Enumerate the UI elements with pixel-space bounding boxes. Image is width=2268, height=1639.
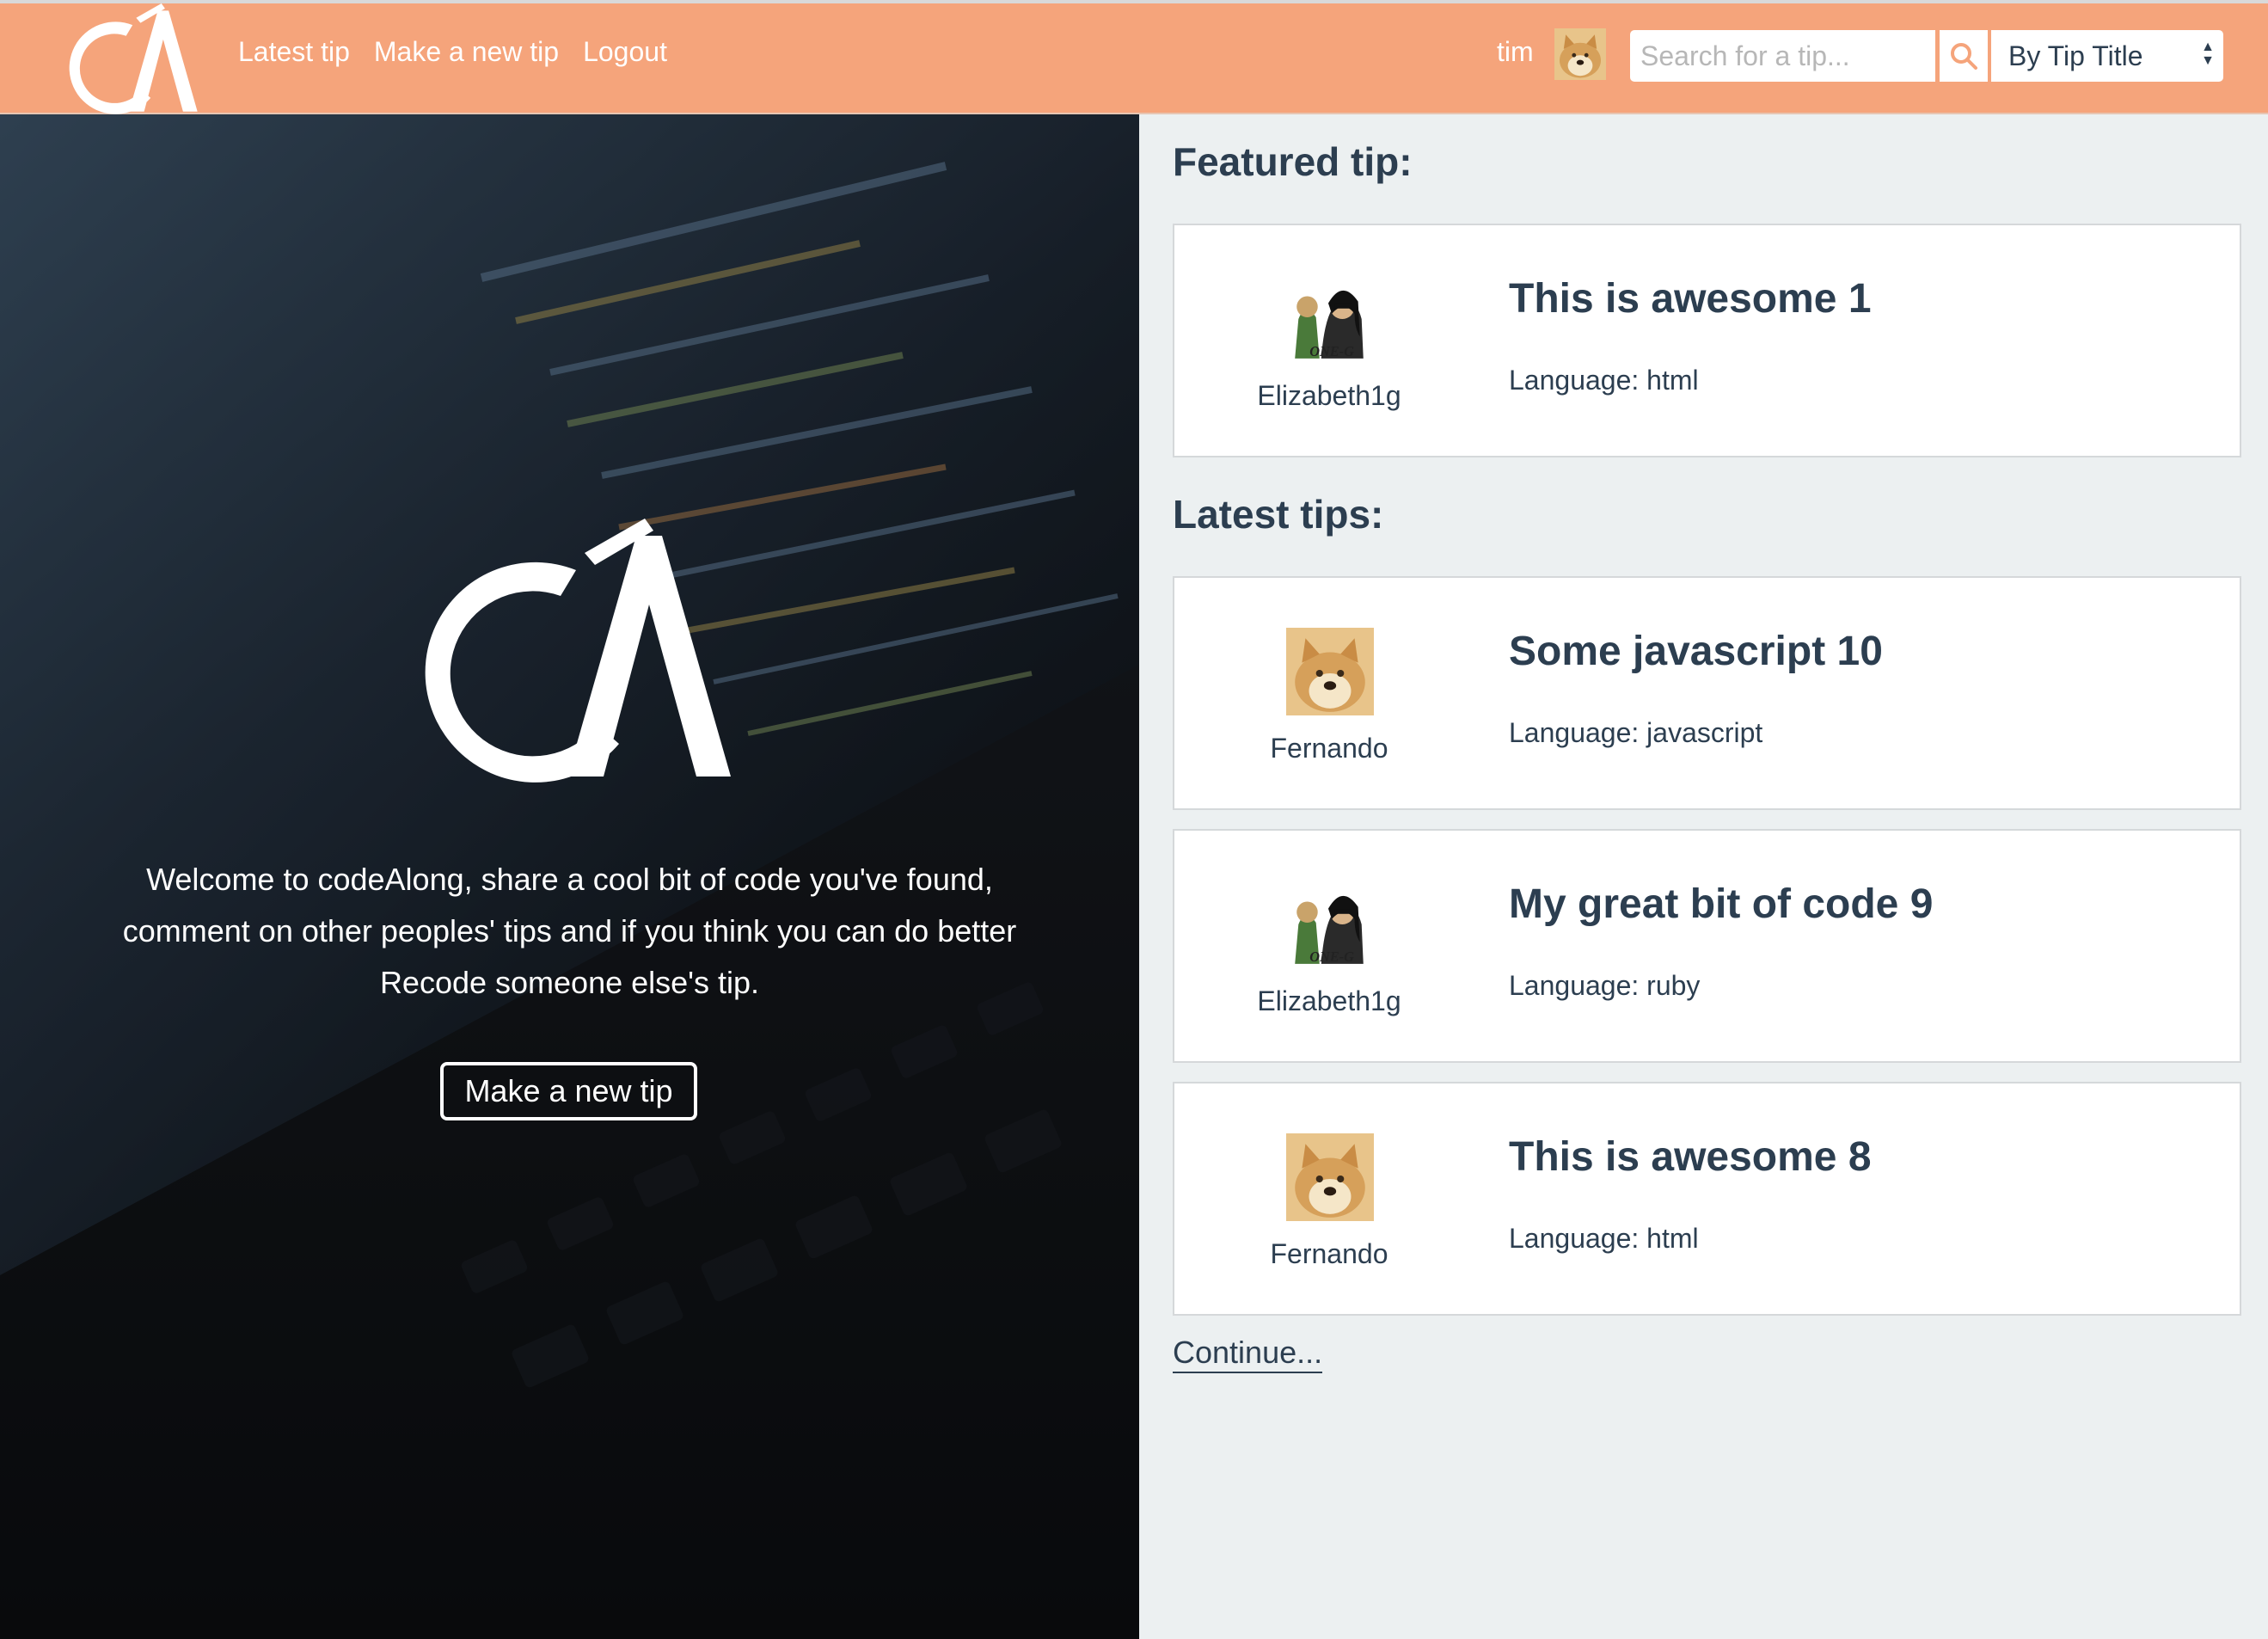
continue-link[interactable]: Continue... [1173,1334,1323,1373]
select-arrows-icon: ▲ ▼ [2201,40,2215,68]
tip-language: Language: javascript [1509,717,1763,748]
search-type-value: By Tip Title [2008,40,2143,71]
nav-link-logout[interactable]: Logout [583,36,667,68]
latest-tips-heading: Latest tips: [1173,492,1384,537]
codealong-hero-logo-icon [404,519,731,785]
search-input[interactable] [1630,30,1935,82]
featured-tip-heading: Featured tip: [1173,139,1413,184]
tip-author[interactable]: Fernando [1192,733,1467,764]
tip-title[interactable]: My great bit of code 9 [1509,881,1933,928]
tip-language: Language: ruby [1509,970,1701,1001]
tips-panel: Featured tip: Elizabeth1g This is awesom… [1139,114,2268,1639]
nav-username[interactable]: tim [1497,36,1534,68]
search-type-select[interactable]: By Tip Title ▲ ▼ [1991,30,2223,82]
user-avatar-doge-icon[interactable] [1554,28,1606,80]
doge-avatar-icon [1286,1133,1374,1221]
hero-welcome-text: Welcome to codeAlong, share a cool bit o… [122,862,1017,1000]
one-g-avatar-icon [1286,881,1374,968]
nav-links: Latest tip Make a new tip Logout [238,36,667,68]
tip-title[interactable]: This is awesome 8 [1509,1133,1872,1181]
featured-tip-card[interactable]: Elizabeth1g This is awesome 1 Language: … [1173,224,2241,457]
latest-tip-card[interactable]: Fernando This is awesome 8 Language: htm… [1173,1082,2241,1316]
tip-author[interactable]: Elizabeth1g [1192,380,1467,412]
search-button[interactable] [1938,30,1988,82]
hero-section: Welcome to codeAlong, share a cool bit o… [0,114,1139,1639]
nav-link-latest-tip[interactable]: Latest tip [238,36,350,68]
latest-tip-card[interactable]: Fernando Some javascript 10 Language: ja… [1173,576,2241,810]
doge-avatar-icon [1286,628,1374,715]
tip-title[interactable]: Some javascript 10 [1509,628,1883,675]
tip-title[interactable]: This is awesome 1 [1509,275,1872,322]
tip-language: Language: html [1509,365,1699,396]
tip-language: Language: html [1509,1223,1699,1254]
tip-author[interactable]: Fernando [1192,1238,1467,1270]
nav-link-make-new-tip[interactable]: Make a new tip [374,36,559,68]
top-navbar: Latest tip Make a new tip Logout tim By … [0,0,2268,114]
tip-author[interactable]: Elizabeth1g [1192,985,1467,1017]
latest-tip-card[interactable]: Elizabeth1g My great bit of code 9 Langu… [1173,829,2241,1063]
hero-make-new-tip-button[interactable]: Make a new tip [440,1062,697,1120]
search-icon [1951,43,1977,70]
codealong-logo-icon[interactable] [52,3,206,115]
one-g-avatar-icon [1286,275,1374,363]
